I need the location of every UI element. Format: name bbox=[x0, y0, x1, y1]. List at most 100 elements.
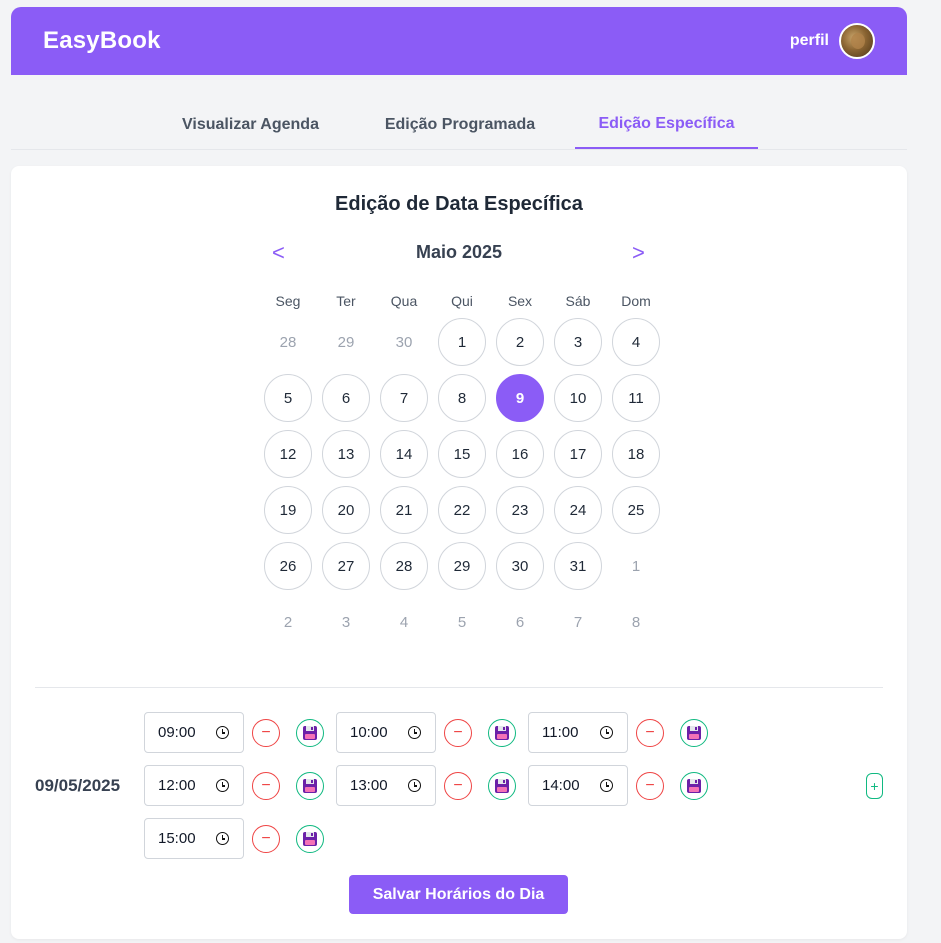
calendar-day[interactable]: 24 bbox=[554, 486, 602, 534]
calendar-day[interactable]: 14 bbox=[380, 430, 428, 478]
calendar-day[interactable]: 29 bbox=[438, 542, 486, 590]
calendar-day[interactable]: 4 bbox=[612, 318, 660, 366]
floppy-disk-icon bbox=[494, 778, 510, 794]
remove-slot-button[interactable]: − bbox=[252, 771, 280, 800]
calendar-week: 19 20 21 22 23 24 25 bbox=[259, 482, 667, 538]
floppy-disk-icon bbox=[686, 725, 702, 741]
calendar-day[interactable]: 28 bbox=[380, 542, 428, 590]
clock-icon[interactable] bbox=[408, 726, 421, 739]
clock-icon[interactable] bbox=[600, 779, 613, 792]
floppy-disk-icon bbox=[494, 725, 510, 741]
weekday-label: Qui bbox=[451, 293, 473, 309]
prev-month-button[interactable]: < bbox=[272, 240, 285, 266]
calendar-day[interactable]: 22 bbox=[438, 486, 486, 534]
weekday-label: Qua bbox=[390, 293, 418, 309]
tab-edicao-programada[interactable]: Edição Programada bbox=[360, 100, 560, 149]
remove-slot-button[interactable]: − bbox=[636, 771, 664, 800]
calendar-day-outside-month: 28 bbox=[279, 333, 297, 351]
clock-icon[interactable] bbox=[408, 779, 421, 792]
calendar-day[interactable]: 8 bbox=[438, 374, 486, 422]
time-input[interactable]: 14:00 bbox=[528, 765, 628, 806]
save-slot-button[interactable] bbox=[296, 824, 324, 853]
time-value: 11:00 bbox=[542, 724, 579, 741]
save-slot-button[interactable] bbox=[680, 718, 708, 747]
remove-slot-button[interactable]: − bbox=[252, 718, 280, 747]
clock-icon[interactable] bbox=[216, 779, 229, 792]
time-slot: 13:00 − bbox=[336, 765, 516, 806]
time-value: 09:00 bbox=[158, 724, 196, 741]
minus-icon: − bbox=[453, 776, 463, 794]
calendar-day[interactable]: 30 bbox=[496, 542, 544, 590]
calendar-day-outside-month: 6 bbox=[515, 613, 525, 631]
calendar-day[interactable]: 20 bbox=[322, 486, 370, 534]
selected-date-label: 09/05/2025 bbox=[35, 776, 121, 795]
calendar-day[interactable]: 12 bbox=[264, 430, 312, 478]
calendar-day[interactable]: 27 bbox=[322, 542, 370, 590]
calendar-day[interactable]: 18 bbox=[612, 430, 660, 478]
next-month-button[interactable]: > bbox=[632, 240, 645, 266]
calendar-day-outside-month: 30 bbox=[395, 333, 413, 351]
time-input[interactable]: 15:00 bbox=[144, 818, 244, 859]
calendar-week: 2 3 4 5 6 7 8 bbox=[259, 594, 667, 650]
time-input[interactable]: 10:00 bbox=[336, 712, 436, 753]
avatar[interactable] bbox=[839, 23, 875, 59]
calendar-day[interactable]: 17 bbox=[554, 430, 602, 478]
calendar-day-outside-month: 5 bbox=[457, 613, 467, 631]
clock-icon[interactable] bbox=[216, 832, 229, 845]
time-input[interactable]: 13:00 bbox=[336, 765, 436, 806]
floppy-disk-icon bbox=[302, 831, 318, 847]
calendar-day[interactable]: 1 bbox=[438, 318, 486, 366]
add-slot-button[interactable]: + bbox=[866, 773, 883, 799]
calendar-day[interactable]: 25 bbox=[612, 486, 660, 534]
time-value: 13:00 bbox=[350, 777, 388, 794]
time-input[interactable]: 12:00 bbox=[144, 765, 244, 806]
clock-icon[interactable] bbox=[216, 726, 229, 739]
save-slot-button[interactable] bbox=[296, 771, 324, 800]
time-slot: 14:00 − bbox=[528, 765, 708, 806]
save-slot-button[interactable] bbox=[488, 771, 516, 800]
calendar-day[interactable]: 19 bbox=[264, 486, 312, 534]
time-input[interactable]: 11:00 bbox=[528, 712, 628, 753]
calendar-day[interactable]: 31 bbox=[554, 542, 602, 590]
save-slot-button[interactable] bbox=[488, 718, 516, 747]
profile-label[interactable]: perfil bbox=[790, 32, 829, 50]
divider bbox=[35, 687, 883, 688]
calendar-day[interactable]: 6 bbox=[322, 374, 370, 422]
calendar-day[interactable]: 7 bbox=[380, 374, 428, 422]
time-value: 10:00 bbox=[350, 724, 388, 741]
remove-slot-button[interactable]: − bbox=[444, 718, 472, 747]
calendar-day[interactable]: 11 bbox=[612, 374, 660, 422]
save-slot-button[interactable] bbox=[296, 718, 324, 747]
calendar-day[interactable]: 2 bbox=[496, 318, 544, 366]
calendar-week: 12 13 14 15 16 17 18 bbox=[259, 426, 667, 482]
calendar-day[interactable]: 15 bbox=[438, 430, 486, 478]
calendar-day[interactable]: 13 bbox=[322, 430, 370, 478]
app-header: EasyBook perfil bbox=[11, 7, 907, 75]
calendar-day[interactable]: 5 bbox=[264, 374, 312, 422]
tab-edicao-especifica[interactable]: Edição Específica bbox=[575, 100, 758, 149]
remove-slot-button[interactable]: − bbox=[252, 824, 280, 853]
calendar-day[interactable]: 16 bbox=[496, 430, 544, 478]
app-logo[interactable]: EasyBook bbox=[43, 27, 161, 55]
remove-slot-button[interactable]: − bbox=[636, 718, 664, 747]
clock-icon[interactable] bbox=[600, 726, 613, 739]
calendar-day[interactable]: 26 bbox=[264, 542, 312, 590]
tab-bar: Visualizar Agenda Edição Programada Ediç… bbox=[11, 100, 907, 150]
save-slot-button[interactable] bbox=[680, 771, 708, 800]
weekday-label: Dom bbox=[621, 293, 651, 309]
remove-slot-button[interactable]: − bbox=[444, 771, 472, 800]
save-day-button[interactable]: Salvar Horários do Dia bbox=[349, 875, 568, 914]
weekday-label: Sex bbox=[507, 293, 533, 309]
calendar-day[interactable]: 21 bbox=[380, 486, 428, 534]
time-input[interactable]: 09:00 bbox=[144, 712, 244, 753]
calendar-day[interactable]: 23 bbox=[496, 486, 544, 534]
minus-icon: − bbox=[261, 829, 271, 847]
calendar-day-outside-month: 29 bbox=[337, 333, 355, 351]
profile-menu[interactable]: perfil bbox=[790, 23, 875, 59]
calendar-day[interactable]: 10 bbox=[554, 374, 602, 422]
calendar-day[interactable]: 3 bbox=[554, 318, 602, 366]
calendar-day[interactable]: 9 bbox=[496, 374, 544, 422]
calendar-week: 28 29 30 1 2 3 4 bbox=[259, 314, 667, 370]
tab-visualizar-agenda[interactable]: Visualizar Agenda bbox=[159, 100, 342, 149]
minus-icon: − bbox=[261, 723, 271, 741]
